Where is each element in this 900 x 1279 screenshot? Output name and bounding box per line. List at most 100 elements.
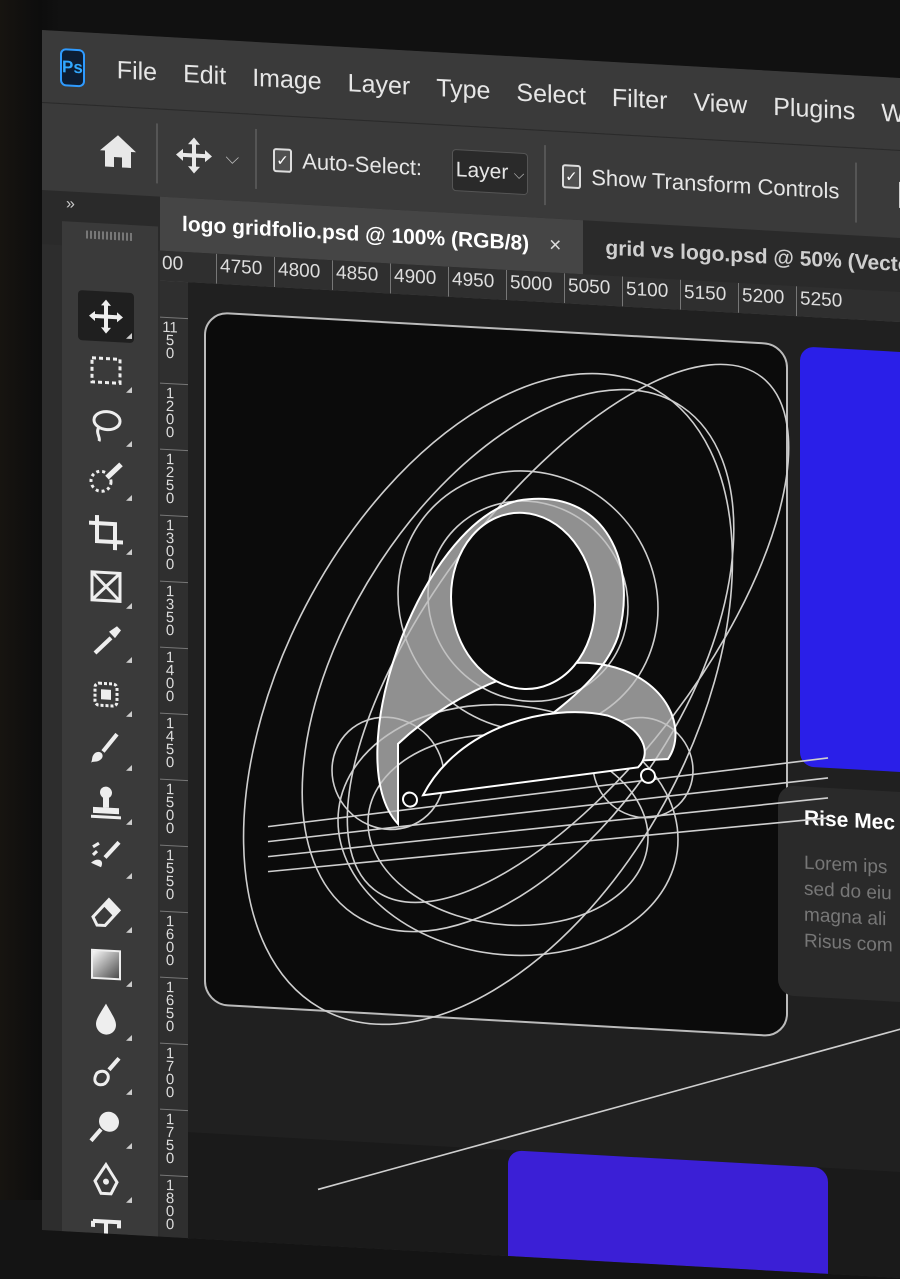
history-brush-tool[interactable] — [78, 830, 134, 883]
ruler-label: 1800 — [165, 1176, 175, 1234]
menu-type[interactable]: Type — [436, 74, 490, 106]
collapse-panel-icon[interactable]: » — [66, 195, 72, 213]
options-divider — [156, 123, 158, 184]
menu-edit[interactable]: Edit — [183, 59, 226, 90]
move-icon — [89, 299, 123, 334]
move-tool[interactable] — [78, 290, 134, 344]
lasso-icon — [92, 410, 122, 442]
show-transform-checkbox[interactable]: ✓ — [561, 164, 582, 190]
document-canvas[interactable]: Rise Mec Lorem ips sed do eiu magna ali … — [188, 282, 900, 1279]
menu-file[interactable]: File — [117, 56, 157, 87]
ruler-label: 1750 — [165, 1110, 175, 1168]
blur-tool[interactable] — [78, 992, 134, 1045]
menu-select[interactable]: Select — [516, 78, 585, 111]
vertical-ruler[interactable]: 1150 1200 1250 1300 1350 1400 1450 1500 1550 1600… — [160, 280, 189, 1239]
eraser-tool[interactable] — [78, 884, 134, 937]
smudge-tool[interactable] — [78, 1046, 134, 1099]
ruler-label: 1650 — [165, 978, 175, 1036]
ruler-tick — [160, 778, 188, 782]
move-icon[interactable] — [174, 132, 214, 178]
ruler-tick — [332, 260, 333, 291]
brush-icon — [91, 732, 119, 763]
logo-construction-grid — [242, 363, 900, 1191]
menu-filter[interactable]: Filter — [612, 83, 668, 115]
ruler-tick — [160, 448, 188, 452]
options-divider — [855, 162, 857, 223]
auto-select-label: Auto-Select: — [302, 148, 423, 181]
frame-tool[interactable] — [78, 560, 134, 613]
marquee-tool[interactable] — [78, 344, 134, 397]
home-icon[interactable] — [96, 125, 140, 177]
ruler-label: 4900 — [394, 265, 437, 290]
flyout-indicator — [126, 1250, 132, 1258]
auto-select-target-dropdown[interactable]: Layer ⌵ — [452, 148, 529, 196]
healing-icon — [93, 681, 119, 708]
flyout-indicator — [126, 602, 132, 610]
menu-plugins[interactable]: Plugins — [773, 92, 855, 126]
tab-label: logo gridfolio.psd @ 100% (RGB/8) — [182, 212, 530, 256]
close-icon[interactable]: × — [549, 233, 561, 258]
ruler-tick — [796, 286, 797, 317]
smudge-icon — [93, 1056, 121, 1087]
pen-tool[interactable] — [78, 1154, 134, 1207]
type-icon — [91, 1218, 121, 1252]
chevron-down-icon[interactable]: ⌵ — [226, 147, 240, 169]
ruler-tick — [390, 263, 391, 294]
menu-view[interactable]: View — [693, 88, 747, 120]
anchor-point — [402, 791, 418, 808]
ruler-tick — [160, 1174, 188, 1178]
quick-select-tool[interactable] — [78, 452, 134, 505]
ruler-tick — [160, 382, 188, 386]
panel-grip[interactable] — [86, 230, 134, 242]
photoshop-window: Ps File Edit Image Layer Type Select Fil… — [42, 30, 900, 1279]
flyout-indicator — [126, 818, 132, 826]
photoshop-logo-icon[interactable]: Ps — [60, 48, 85, 88]
ruler-label: 1550 — [165, 846, 175, 904]
ruler-tick — [274, 256, 275, 288]
dodge-tool[interactable] — [78, 1100, 134, 1153]
ruler-tick — [160, 976, 188, 980]
pen-icon — [93, 1161, 119, 1196]
eyedropper-tool[interactable] — [78, 614, 134, 667]
auto-select-checkbox[interactable]: ✓ — [272, 147, 293, 173]
flyout-indicator — [126, 494, 132, 502]
quick-select-icon — [89, 462, 123, 493]
brush-tool[interactable] — [78, 722, 134, 775]
ruler-label: 1600 — [165, 912, 175, 970]
ruler-tick — [506, 269, 507, 300]
stamp-icon — [91, 786, 121, 820]
flyout-indicator — [126, 332, 132, 340]
menu-image[interactable]: Image — [252, 63, 321, 96]
gradient-tool[interactable] — [78, 938, 134, 991]
ruler-label: 1400 — [165, 648, 175, 706]
menu-window[interactable]: Window — [881, 98, 900, 132]
ruler-tick — [160, 646, 188, 650]
eraser-icon — [91, 897, 122, 928]
ruler-tick — [738, 282, 739, 313]
ruler-tick — [160, 712, 188, 716]
menu-layer[interactable]: Layer — [348, 69, 411, 101]
healing-tool[interactable] — [78, 668, 134, 721]
crop-tool[interactable] — [78, 506, 134, 559]
lasso-tool[interactable] — [78, 398, 134, 451]
type-tool[interactable] — [78, 1208, 134, 1261]
gradient-icon — [91, 948, 121, 981]
ruler-label: 1500 — [165, 780, 175, 838]
ruler-tick — [160, 1108, 188, 1112]
flyout-indicator — [126, 872, 132, 880]
crop-icon — [89, 514, 123, 551]
history-brush-icon — [91, 840, 121, 868]
flyout-indicator — [126, 1034, 132, 1042]
options-divider — [544, 145, 546, 206]
ruler-label: 1200 — [165, 384, 175, 442]
ruler-label: 4750 — [220, 255, 263, 280]
ruler-tick — [160, 844, 188, 848]
flyout-indicator — [126, 926, 132, 934]
flyout-indicator — [126, 386, 132, 394]
stamp-tool[interactable] — [78, 776, 134, 829]
ruler-tick — [160, 514, 188, 518]
ruler-label: 5150 — [684, 281, 727, 306]
ruler-tick — [160, 1042, 188, 1046]
flyout-indicator — [126, 1088, 132, 1096]
show-transform-label: Show Transform Controls — [591, 164, 840, 204]
